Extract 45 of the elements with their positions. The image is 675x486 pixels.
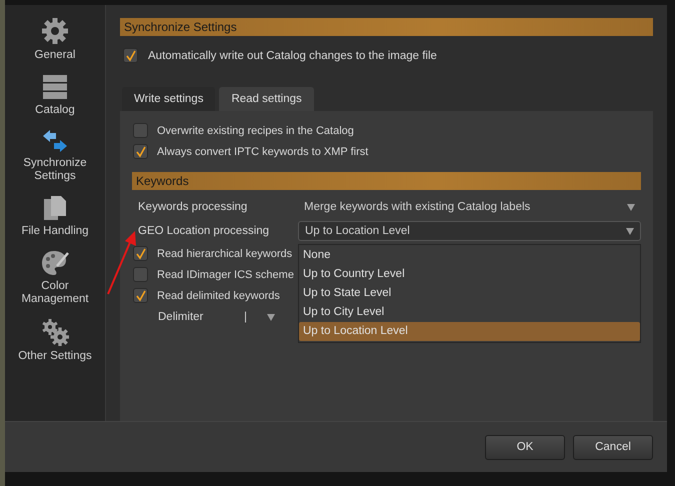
- annotation-arrow: [105, 230, 139, 296]
- checkbox-label: Overwrite existing recipes in the Catalog: [157, 124, 354, 136]
- checkbox[interactable]: [123, 48, 138, 63]
- dialog-button[interactable]: OK: [485, 434, 565, 460]
- dropdown-option[interactable]: Up to State Level: [299, 284, 640, 303]
- section-header: Synchronize Settings: [120, 18, 653, 36]
- gears-icon: [41, 318, 69, 346]
- sidebar-item[interactable]: Color Management: [7, 248, 103, 308]
- checkbox-label: Read hierarchical keywords: [157, 248, 292, 260]
- field-label: Delimiter: [158, 311, 204, 323]
- checkbox[interactable]: [133, 267, 148, 282]
- field-label: Keywords processing: [137, 201, 248, 213]
- checkbox[interactable]: [133, 246, 148, 261]
- dropdown-option[interactable]: Up to Location Level: [299, 322, 640, 341]
- palette-icon: [41, 250, 69, 276]
- checkbox-label: Automatically write out Catalog changes to the image file: [148, 50, 437, 62]
- tab[interactable]: Write settings: [122, 87, 216, 111]
- sidebar-item[interactable]: File Handling: [7, 193, 103, 240]
- dropdown[interactable]: Merge keywords with existing Catalog labels: [298, 197, 641, 217]
- section-header: Keywords: [132, 172, 641, 190]
- arrows-icon: [42, 129, 68, 153]
- sidebar-item[interactable]: Other Settings: [7, 316, 103, 365]
- sidebar-item[interactable]: Catalog: [7, 72, 103, 119]
- checkbox-label: Read delimited keywords: [157, 290, 280, 302]
- checkbox[interactable]: [133, 144, 148, 159]
- documents-icon: [43, 195, 67, 221]
- sidebar-item[interactable]: Synchronize Settings: [7, 127, 103, 185]
- dropdown-option[interactable]: Up to City Level: [299, 303, 640, 322]
- dropdown[interactable]: Up to Location Level: [298, 221, 641, 241]
- sidebar-item[interactable]: General: [7, 15, 103, 64]
- checkbox-label: Always convert IPTC keywords to XMP first: [157, 146, 368, 158]
- stack-icon: [42, 74, 68, 100]
- caret-icon: [267, 314, 275, 320]
- field-label: GEO Location processing: [137, 225, 270, 237]
- dropdown-option[interactable]: Up to Country Level: [299, 265, 640, 284]
- dropdown-option[interactable]: None: [299, 246, 640, 265]
- caret-icon: [627, 204, 635, 210]
- tab[interactable]: Read settings: [219, 87, 314, 111]
- dialog-button[interactable]: Cancel: [573, 434, 653, 460]
- delimiter-dropdown[interactable]: |: [238, 310, 281, 324]
- checkbox[interactable]: [133, 288, 148, 303]
- caret-icon: [626, 228, 634, 234]
- checkbox[interactable]: [133, 123, 148, 138]
- gear-icon: [41, 17, 69, 45]
- checkbox-label: Read IDimager ICS scheme: [157, 268, 294, 280]
